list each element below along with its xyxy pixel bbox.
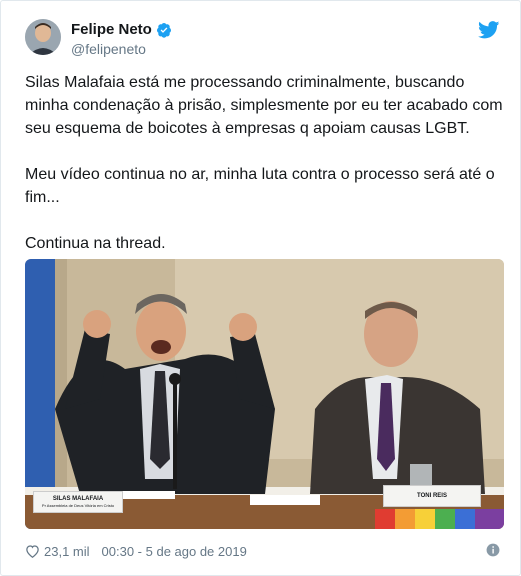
info-icon[interactable]: [486, 543, 500, 557]
nameplate-left: SILAS MALAFAIA Pr Assembleia de Deus Vit…: [33, 491, 123, 513]
heart-icon: [25, 544, 40, 558]
nameplate-right: TONI REIS: [383, 485, 481, 507]
author-name[interactable]: Felipe Neto: [71, 21, 152, 38]
tweet-photo[interactable]: SILAS MALAFAIA Pr Assembleia de Deus Vit…: [25, 259, 504, 529]
tweet-paragraph: Silas Malafaia está me processando crimi…: [25, 74, 503, 137]
like-button[interactable]: 23,1 mil: [25, 544, 90, 559]
avatar[interactable]: [25, 19, 61, 55]
author-handle[interactable]: @felipeneto: [71, 41, 146, 57]
tweet-timestamp[interactable]: 00:30 - 5 de ago de 2019: [102, 544, 247, 559]
verified-badge-icon: [156, 22, 172, 38]
tweet-footer: 23,1 mil 00:30 - 5 de ago de 2019: [25, 541, 500, 561]
like-count: 23,1 mil: [44, 543, 90, 559]
tweet-header: Felipe Neto @felipeneto: [25, 19, 500, 63]
nameplate-left-name: SILAS MALAFAIA: [52, 496, 104, 502]
tweet-card: Felipe Neto @felipeneto Silas Malafaia e…: [0, 0, 521, 576]
nameplate-left-subtitle: Pr Assembleia de Deus Vitória em Cristo: [41, 503, 115, 508]
tweet-paragraph: Meu vídeo continua no ar, minha luta con…: [25, 166, 495, 206]
tweet-paragraph: Continua na thread.: [25, 235, 166, 252]
author-name-row[interactable]: Felipe Neto: [71, 21, 172, 38]
tweet-text: Silas Malafaia está me processando crimi…: [25, 71, 503, 278]
twitter-bird-icon[interactable]: [478, 21, 500, 39]
